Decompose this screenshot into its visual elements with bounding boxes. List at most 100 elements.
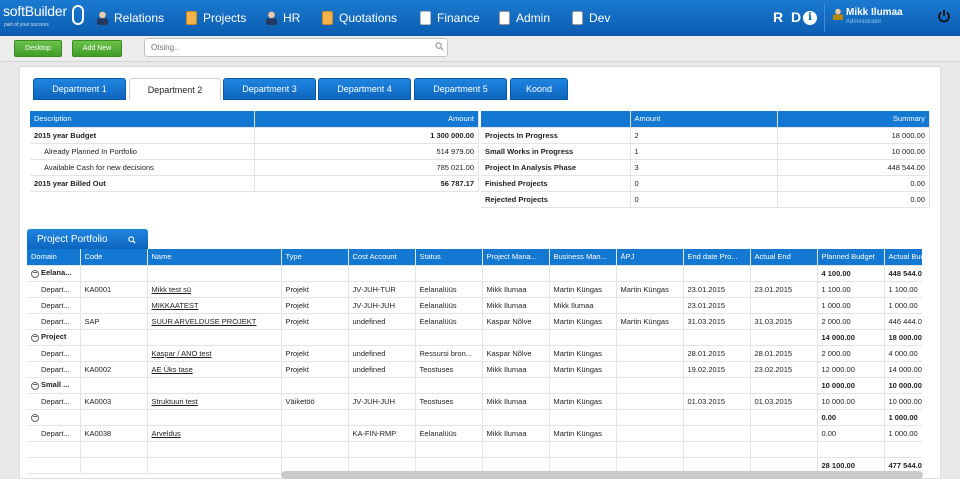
portfolio-column-header[interactable]: Status [415,249,483,266]
portfolio-cell [80,329,148,346]
tab-department-4[interactable]: Department 4 [318,78,411,100]
portfolio-cell [348,377,416,394]
tab-department-5[interactable]: Department 5 [414,78,507,100]
tab-koond[interactable]: Koond [510,78,568,100]
horizontal-scrollbar[interactable] [281,471,923,479]
search-icon[interactable] [128,236,136,244]
cell-text: undefined [352,348,386,358]
tab-department-1[interactable]: Department 1 [33,78,126,100]
nav-dev[interactable]: Dev [572,9,610,27]
portfolio-column-header[interactable]: Business Man... [549,249,617,266]
portfolio-column-header[interactable]: Type [281,249,349,266]
portfolio-cell: Eelanalüüs [415,281,483,298]
desktop-button[interactable]: Desktop [14,40,62,57]
portfolio-cell: Kaspar Nõlve [482,345,550,362]
cell-text: Martin Küngas [553,428,602,438]
user-icon [833,8,843,20]
project-link[interactable]: AE Üks tase [152,365,193,374]
cell-text: KA0038 [84,428,112,438]
portfolio-cell [884,441,922,458]
portfolio-cell: Depart... [27,425,81,442]
cell-text: Projekt [285,348,309,358]
collapse-icon[interactable]: − [31,381,39,390]
cell-text: 23.01.2015 [687,300,726,310]
portfolio-cell [80,457,148,474]
table-row[interactable]: Depart... MIKKAATEST Projekt JV-JUH-JUH Eela… [27,297,922,314]
table-row[interactable]: Depart... Kaspar / ANO test Projekt undefin… [27,345,922,362]
tab-department-2[interactable]: Department 2 [129,78,221,100]
user-name[interactable]: Mikk Ilumaa [846,7,903,18]
project-link[interactable]: Mikk test sü [152,285,192,294]
portfolio-cell: Väiketöö [281,393,349,410]
group-row[interactable]: −Eelana... 4 100.00 448 544.00 [27,265,922,282]
portfolio-cell [750,297,818,314]
collapse-icon[interactable]: − [31,269,39,278]
nav-projects[interactable]: Projects [186,9,246,27]
nav-relations[interactable]: Relations [97,9,164,27]
table-row[interactable]: Depart... KA0002 AE Üks tase Projekt undefin… [27,361,922,378]
nav-admin[interactable]: Admin [499,9,550,27]
summary-value: 0.00 [777,175,930,192]
portfolio-column-header[interactable]: Cost Account [348,249,416,266]
cell-text: 31.03.2015 [687,316,726,326]
portfolio-cell [281,409,349,426]
power-icon[interactable] [937,9,951,23]
nav-relations-label: Relations [114,11,165,25]
table-row[interactable]: Depart... KA0001 Mikk test sü Projekt JV-JUH… [27,281,922,298]
cell-text: Martin Küngas [553,316,602,326]
table-row[interactable]: Depart... SAP SUUR ARVELDUSE PROJEKT Projek… [27,313,922,330]
table-row[interactable]: Depart... KA0003 Struktuuri test Väiketöö JV… [27,393,922,410]
search-icon[interactable] [435,42,444,51]
user-initials: R D [773,9,804,25]
portfolio-column-header[interactable]: Code [80,249,148,266]
portfolio-column-header[interactable]: Domain [27,249,81,266]
portfolio-cell [415,265,483,282]
project-link[interactable]: Arveldus [152,429,181,438]
portfolio-cell [147,409,282,426]
nav-finance[interactable]: Finance [420,9,480,27]
group-row[interactable]: − 0.00 1 000.00 [27,409,922,426]
summary-amount: 2 [630,127,778,144]
add-new-button[interactable]: Add New [72,40,122,57]
group-row[interactable]: − Project 14 000.00 18 000.00 [27,329,922,346]
portfolio-column-header[interactable]: ÄPJ [616,249,684,266]
group-row[interactable]: − Small ... 10 000.00 10 000.00 [27,377,922,394]
portfolio-column-header[interactable]: End date Pro... [683,249,751,266]
portfolio-column-header[interactable]: Actual Bud [884,249,922,266]
nav-quotations[interactable]: Quotations [322,9,397,27]
softbuilder-logo[interactable]: softBuilder part of your success [3,3,85,33]
portfolio-column-header[interactable]: Actual End [750,249,818,266]
project-link[interactable]: SUUR ARVELDUSE PROJEKT [152,317,257,326]
tab-department-3[interactable]: Department 3 [223,78,316,100]
portfolio-cell [683,377,751,394]
portfolio-cell [549,329,617,346]
budget-label: Available Cash for new decisions [30,159,255,176]
collapse-icon[interactable]: − [31,413,39,422]
portfolio-column-header[interactable]: Name [147,249,282,266]
portfolio-cell: Martin Küngas [549,361,617,378]
cell-text: undefined [352,364,386,374]
nav-hr[interactable]: HR [266,9,300,27]
portfolio-cell [27,457,81,474]
portfolio-cell: 28.01.2015 [750,345,818,362]
portfolio-cell: − Eelana... [27,265,81,282]
summary-table: Amount Summary Projects In Progress 2 18… [481,111,930,208]
collapse-icon[interactable]: − [31,333,39,342]
project-link[interactable]: Kaspar / ANO test [152,349,212,358]
table-row: Already Planned In Portfolio 514 979.00 [30,143,479,160]
project-link[interactable]: MIKKAATEST [152,301,199,310]
info-icon[interactable]: i [803,11,817,25]
portfolio-cell [482,329,550,346]
search-input[interactable] [144,38,448,57]
cell-text: Depart... [41,300,70,310]
portfolio-column-header[interactable]: Project Mana... [482,249,550,266]
table-row[interactable]: Depart... KA0038 Arveldus KA-FIN-RMP Eelanal… [27,425,922,442]
cell-text: 28.01.2015 [754,348,793,358]
cell-text: 1 000.00 [821,300,851,310]
project-link[interactable]: Struktuuri test [152,397,198,406]
summary-value: 18 000.00 [777,127,930,144]
cell-text: 10 000.00 [888,380,922,390]
portfolio-column-header[interactable]: Planned Budget [817,249,885,266]
cell-text: 19.02.2015 [687,364,726,374]
portfolio-cell [281,377,349,394]
